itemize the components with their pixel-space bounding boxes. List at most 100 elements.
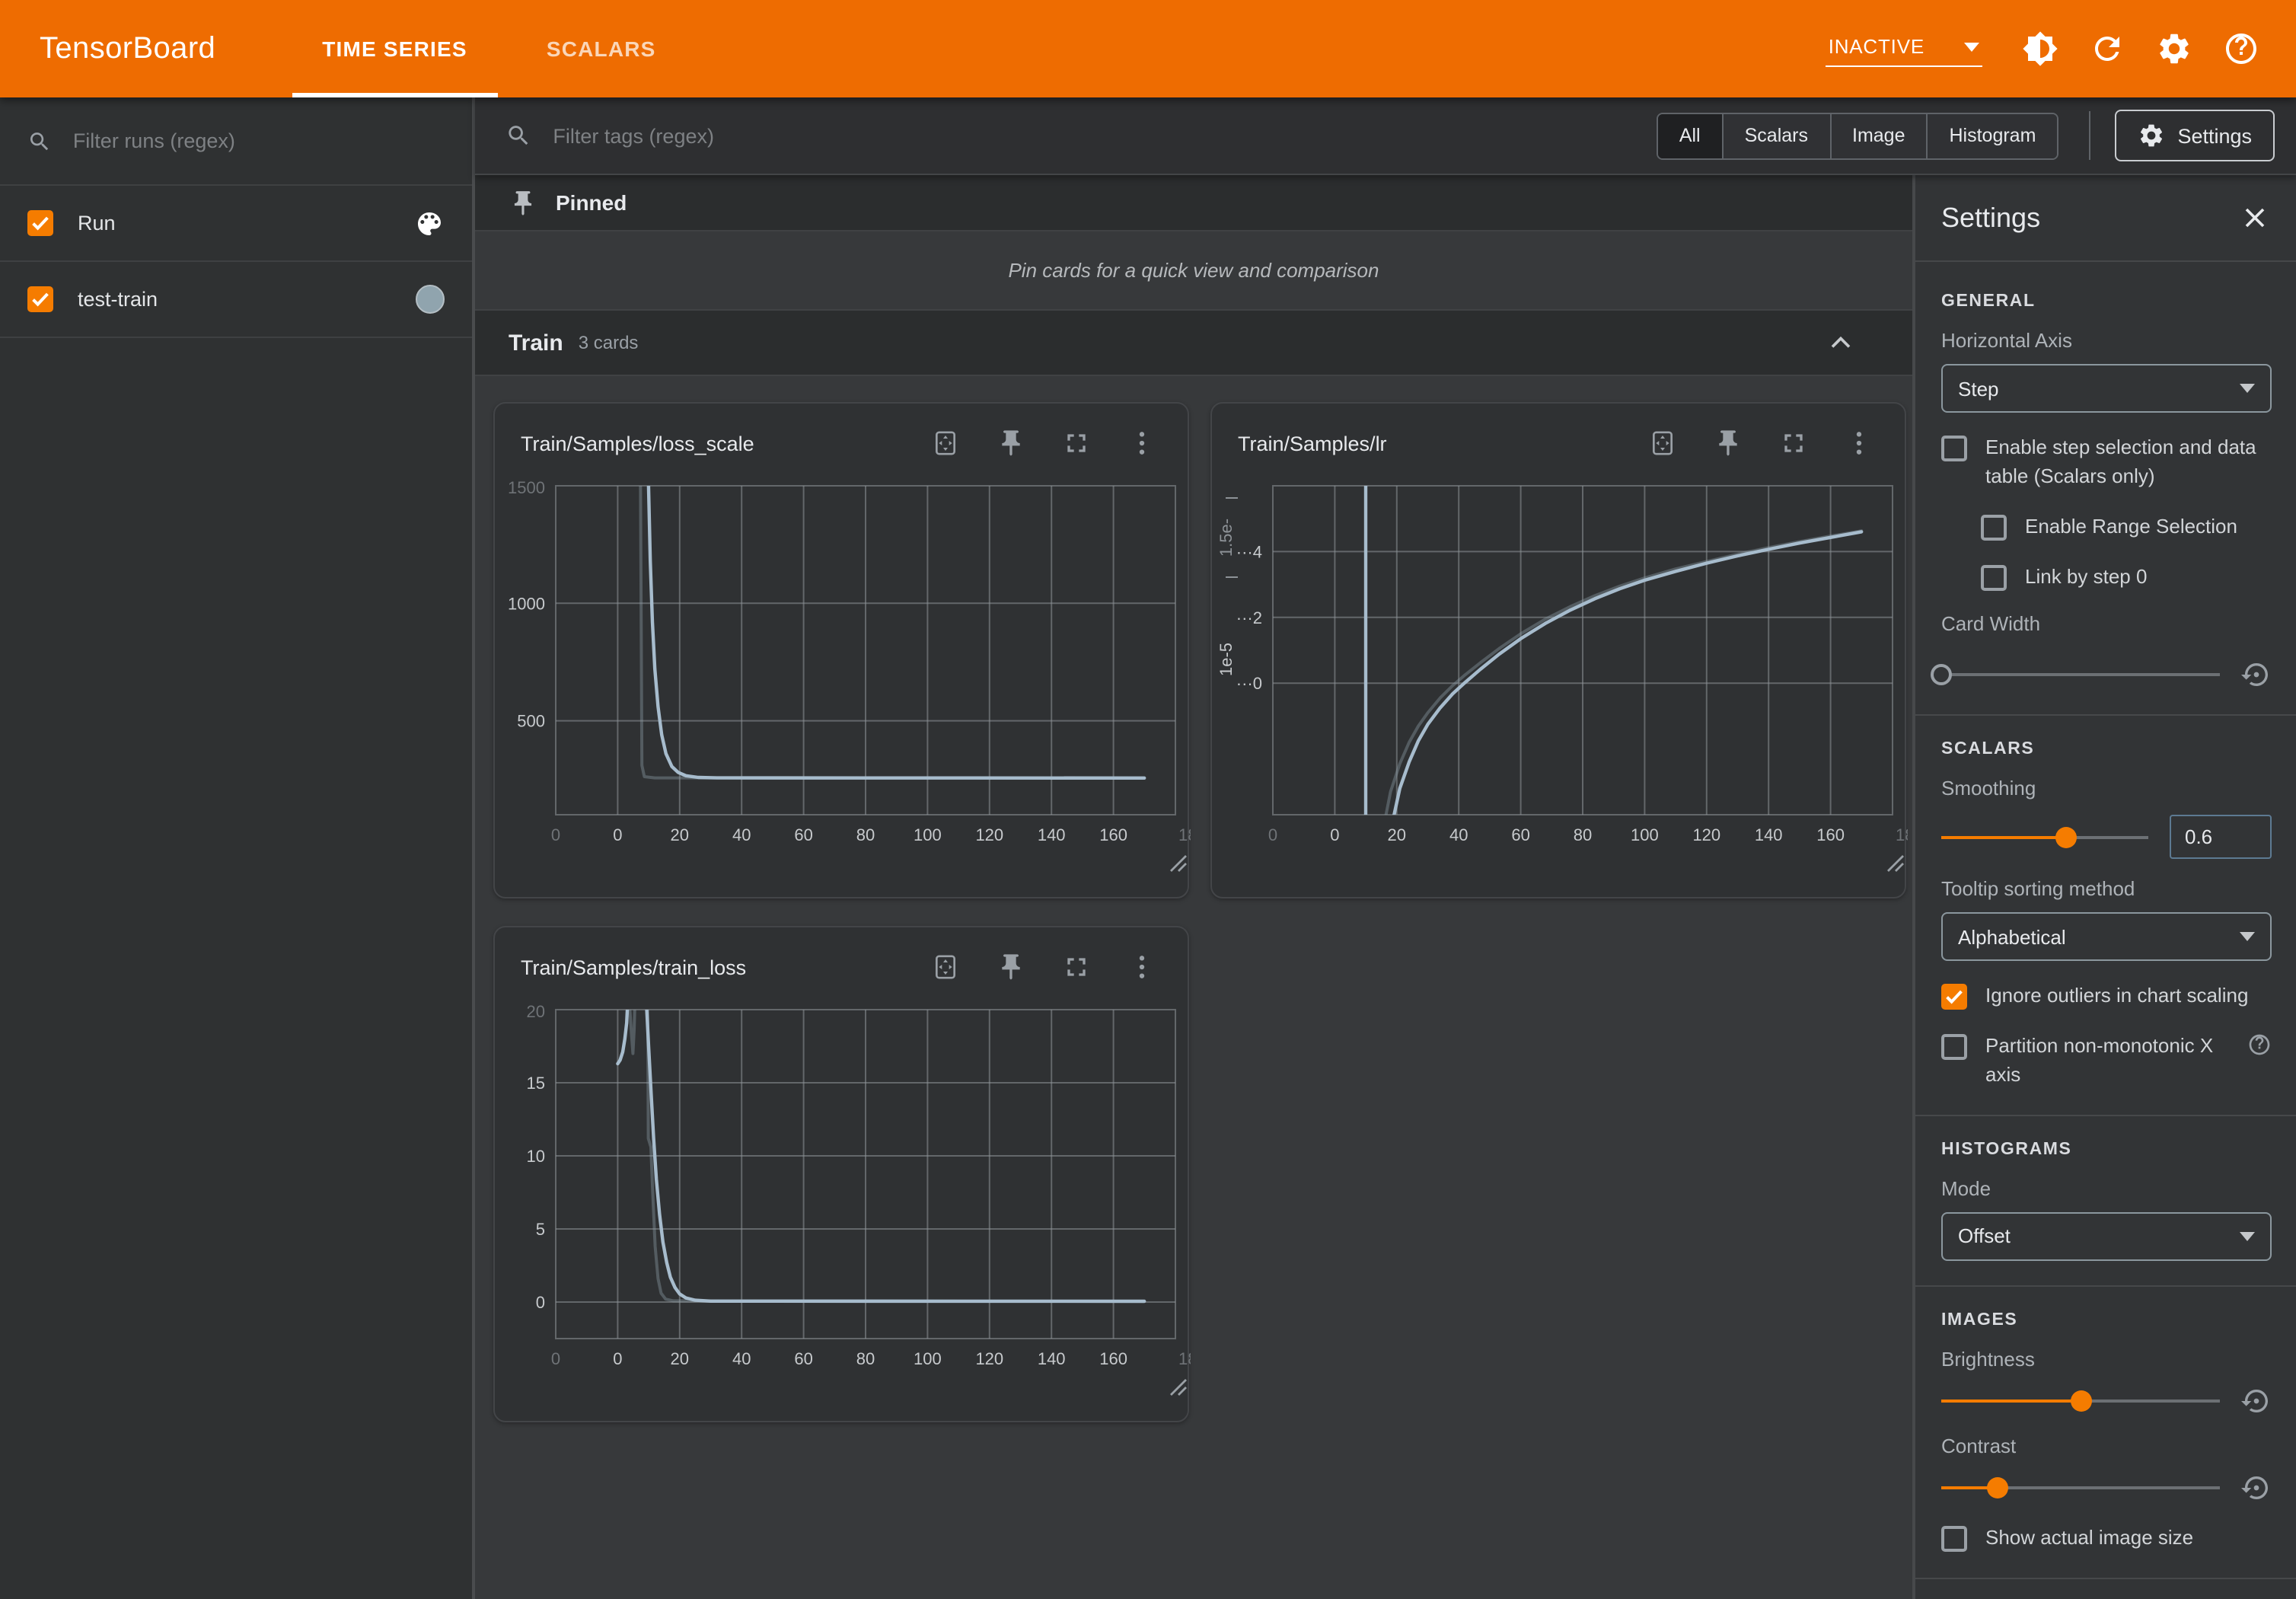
pan-selection-icon[interactable] (930, 952, 961, 982)
range-selection-checkbox[interactable] (1981, 514, 2007, 540)
close-icon[interactable] (2238, 201, 2272, 235)
partition-x-row[interactable]: Partition non-monotonic X axis (1941, 1032, 2272, 1090)
fullscreen-icon[interactable] (1061, 952, 1092, 982)
search-icon (505, 122, 531, 149)
settings-button[interactable]: Settings (2115, 110, 2275, 161)
palette-icon[interactable] (414, 208, 445, 238)
card-width-slider[interactable] (1941, 663, 2220, 688)
tooltip-sort-select[interactable]: Alphabetical (1941, 913, 2272, 962)
svg-text:0: 0 (613, 825, 622, 844)
svg-text:100: 100 (1631, 825, 1659, 844)
svg-text:10: 10 (527, 1147, 545, 1166)
tab-time-series[interactable]: TIME SERIES (282, 0, 507, 97)
main-tabs: TIME SERIES SCALARS (282, 0, 695, 97)
resize-handle[interactable] (1888, 856, 1903, 871)
refresh-icon[interactable] (2089, 30, 2125, 67)
images-heading: IMAGES (1941, 1311, 2272, 1329)
header-actions: INACTIVE (1826, 0, 2296, 97)
svg-text:18: 18 (1178, 1349, 1191, 1368)
lr-chart[interactable]: ···0···2···41e-51.5e-0204060801001201401… (1212, 477, 1905, 897)
brightness-icon[interactable] (2022, 30, 2058, 67)
restore-icon[interactable] (2241, 1386, 2272, 1416)
fullscreen-icon[interactable] (1778, 428, 1809, 458)
tag-toolbar: All Scalars Image Histogram Settings (475, 97, 2296, 175)
scalars-heading: SCALARS (1941, 741, 2272, 759)
search-icon (27, 127, 52, 155)
svg-text:0: 0 (613, 1349, 622, 1368)
fullscreen-icon[interactable] (1061, 428, 1092, 458)
svg-text:80: 80 (856, 1349, 875, 1368)
filter-tags-input[interactable] (550, 123, 1656, 148)
run-row-test-train[interactable]: test-train (0, 262, 472, 338)
brightness-slider[interactable] (1941, 1389, 2220, 1413)
card-width-label: Card Width (1941, 613, 2272, 636)
pin-icon[interactable] (996, 428, 1026, 458)
svg-text:160: 160 (1099, 1349, 1127, 1368)
range-selection-row[interactable]: Enable Range Selection (1981, 512, 2272, 541)
chevron-up-icon[interactable] (1824, 326, 1858, 359)
pinned-title: Pinned (556, 190, 627, 215)
show-actual-size-row[interactable]: Show actual image size (1941, 1524, 2272, 1553)
help-icon[interactable] (2247, 1032, 2272, 1057)
link-step-row[interactable]: Link by step 0 (1981, 563, 2272, 592)
more-vert-icon[interactable] (1127, 952, 1157, 982)
chart-card-lr: Train/Samples/lr ···0···2···41e-51.5e-02… (1210, 402, 1906, 898)
more-vert-icon[interactable] (1127, 428, 1157, 458)
show-actual-size-label: Show actual image size (1985, 1524, 2193, 1553)
gear-icon[interactable] (2156, 30, 2192, 67)
train-section-header[interactable]: Train 3 cards (475, 311, 1912, 376)
tensorboard-app: TensorBoard TIME SERIES SCALARS INACTIVE (0, 0, 2296, 1599)
filter-chip-image[interactable]: Image (1829, 113, 1927, 158)
pinned-empty-message: Pin cards for a quick view and compariso… (475, 231, 1912, 311)
svg-text:0: 0 (551, 1349, 560, 1368)
partition-x-checkbox[interactable] (1941, 1034, 1967, 1060)
run-row-all[interactable]: Run (0, 186, 472, 262)
pan-selection-icon[interactable] (930, 428, 961, 458)
tooltip-sort-value: Alphabetical (1958, 926, 2240, 949)
chevron-down-icon (2240, 1232, 2255, 1241)
card-title: Train/Samples/lr (1238, 432, 1647, 455)
loss-scale-chart[interactable]: 50010001500020406080100120140160018 (495, 477, 1188, 897)
tab-scalars[interactable]: SCALARS (507, 0, 696, 97)
show-actual-size-checkbox[interactable] (1941, 1526, 1967, 1552)
restore-icon[interactable] (2241, 660, 2272, 691)
gear-icon (2138, 122, 2165, 149)
brightness-label: Brightness (1941, 1348, 2272, 1371)
contrast-slider[interactable] (1941, 1476, 2220, 1500)
run-checkbox[interactable] (27, 210, 53, 236)
svg-text:18: 18 (1896, 825, 1908, 844)
horizontal-axis-select[interactable]: Step (1941, 364, 2272, 413)
restore-icon[interactable] (2241, 1473, 2272, 1503)
test-train-checkbox[interactable] (27, 286, 53, 312)
filter-chip-scalars[interactable]: Scalars (1722, 113, 1829, 158)
run-status-dropdown[interactable]: INACTIVE (1826, 30, 1982, 67)
link-step-checkbox[interactable] (1981, 564, 2007, 590)
histogram-mode-select[interactable]: Offset (1941, 1212, 2272, 1261)
chevron-down-icon (2240, 384, 2255, 393)
run-status-value: INACTIVE (1829, 35, 1924, 58)
filter-chip-histogram[interactable]: Histogram (1927, 113, 2058, 158)
filter-chip-all[interactable]: All (1658, 113, 1722, 158)
step-selection-checkbox[interactable] (1941, 436, 1967, 461)
svg-text:60: 60 (794, 1349, 812, 1368)
pan-selection-icon[interactable] (1647, 428, 1678, 458)
train-loss-chart[interactable]: 05101520020406080100120140160018 (495, 1001, 1188, 1421)
smoothing-slider[interactable] (1941, 825, 2148, 850)
ignore-outliers-row[interactable]: Ignore outliers in chart scaling (1941, 983, 2272, 1012)
step-selection-row[interactable]: Enable step selection and data table (Sc… (1941, 434, 2272, 491)
resize-handle[interactable] (1171, 856, 1186, 871)
svg-text:1.5e-: 1.5e- (1217, 519, 1236, 557)
card-title: Train/Samples/train_loss (521, 956, 930, 978)
more-vert-icon[interactable] (1844, 428, 1874, 458)
svg-text:60: 60 (794, 825, 812, 844)
svg-text:40: 40 (1449, 825, 1468, 844)
smoothing-input[interactable] (2170, 815, 2272, 860)
ignore-outliers-checkbox[interactable] (1941, 985, 1967, 1010)
resize-handle[interactable] (1171, 1380, 1186, 1395)
help-icon[interactable] (2223, 30, 2259, 67)
filter-runs-input[interactable] (70, 128, 445, 154)
pin-icon[interactable] (996, 952, 1026, 982)
pin-icon[interactable] (1713, 428, 1743, 458)
run-color-swatch[interactable] (416, 285, 445, 314)
chart-card-loss-scale: Train/Samples/loss_scale 500100015000204… (493, 402, 1189, 898)
